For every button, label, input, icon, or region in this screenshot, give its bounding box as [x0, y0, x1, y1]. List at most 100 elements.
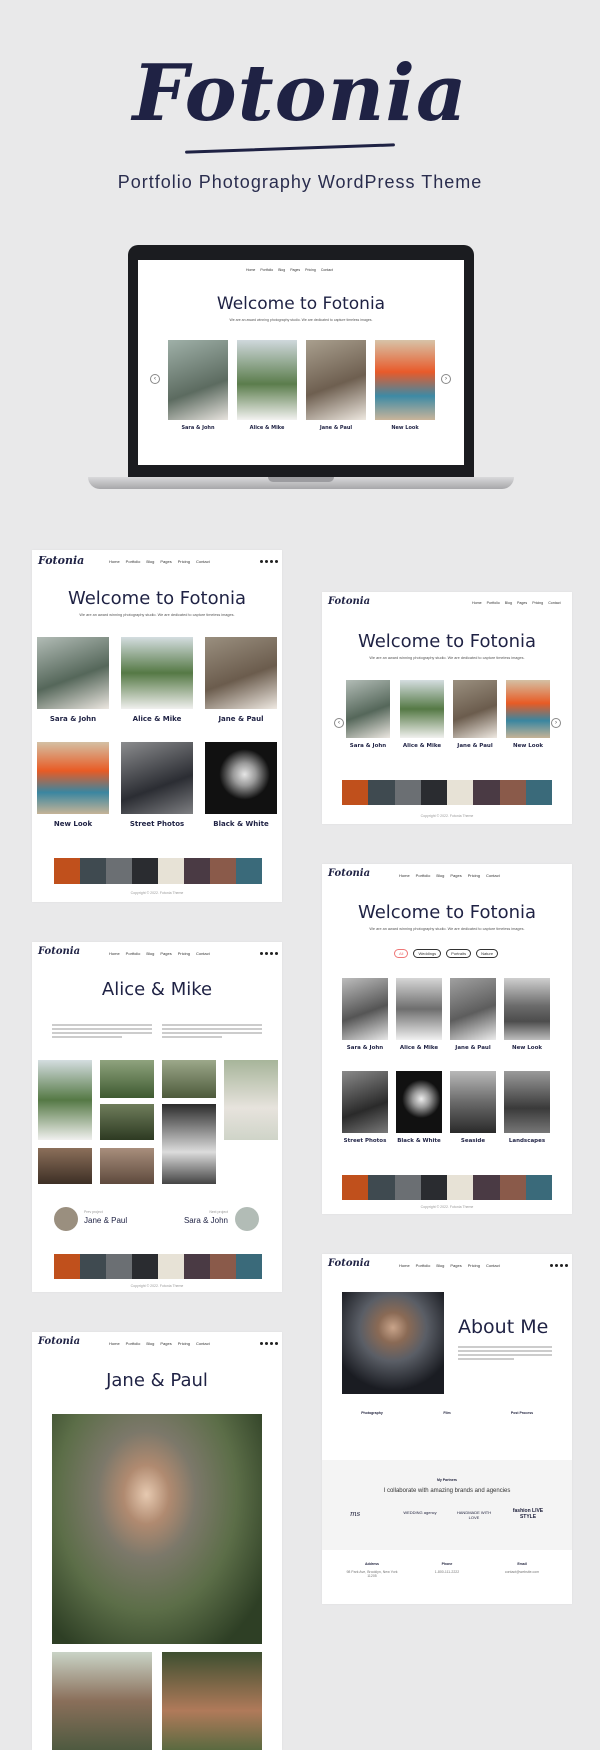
photo-sara-john[interactable] [37, 637, 109, 709]
caption[interactable]: Alice & Mike [121, 715, 193, 723]
nav-pages[interactable]: Pages [450, 1263, 461, 1268]
nav-contact[interactable]: Contact [196, 559, 210, 564]
prev-project-name[interactable]: Jane & Paul [84, 1216, 127, 1225]
nav-portfolio[interactable]: Portfolio [126, 559, 141, 564]
photo-sara-john[interactable] [346, 680, 390, 738]
caption[interactable]: New Look [37, 820, 109, 828]
nav-home[interactable]: Home [399, 1263, 410, 1268]
caption[interactable]: Alice & Mike [400, 743, 444, 749]
gallery-photo[interactable] [38, 1060, 92, 1140]
nav-pages[interactable]: Pages [160, 1341, 171, 1346]
instagram-strip[interactable] [54, 1254, 262, 1279]
nav-pricing[interactable]: Pricing [178, 951, 190, 956]
photo-alice-mike[interactable] [396, 978, 442, 1040]
instagram-strip[interactable] [54, 858, 262, 884]
nav-portfolio[interactable]: Portfolio [416, 873, 431, 878]
caption[interactable]: New Look [506, 743, 550, 749]
nav-pricing[interactable]: Pricing [468, 873, 480, 878]
nav-pricing[interactable]: Pricing [468, 1263, 480, 1268]
gallery-photo[interactable] [162, 1652, 262, 1750]
nav-portfolio[interactable]: Portfolio [416, 1263, 431, 1268]
gallery-photo[interactable] [162, 1104, 216, 1184]
nav-portfolio[interactable]: Portfolio [126, 951, 141, 956]
caption[interactable]: Jane & Paul [205, 715, 277, 723]
photo-new-look[interactable] [506, 680, 550, 738]
caption[interactable]: Jane & Paul [450, 1045, 496, 1051]
social-icons[interactable] [550, 1264, 568, 1267]
caption[interactable]: Jane & Paul [453, 743, 497, 749]
gallery-photo[interactable] [100, 1148, 154, 1184]
gallery-photo[interactable] [100, 1104, 154, 1140]
nav-home[interactable]: Home [109, 951, 120, 956]
photo-black-white[interactable] [396, 1071, 442, 1133]
nav-blog[interactable]: Blog [146, 1341, 154, 1346]
nav-pages[interactable]: Pages [450, 873, 461, 878]
next-arrow-icon[interactable]: › [551, 718, 561, 728]
nav-pricing[interactable]: Pricing [178, 1341, 190, 1346]
nav-home[interactable]: Home [399, 873, 410, 878]
gallery-photo[interactable] [52, 1652, 152, 1750]
caption[interactable]: Alice & Mike [237, 425, 297, 431]
caption[interactable]: Jane & Paul [306, 425, 366, 431]
photo-sara-john[interactable] [168, 340, 228, 420]
gallery-photo[interactable] [224, 1060, 278, 1140]
nav-contact[interactable]: Contact [196, 951, 210, 956]
nav-portfolio[interactable]: Portfolio [260, 268, 273, 272]
gallery-photo[interactable] [38, 1148, 92, 1184]
nav-contact[interactable]: Contact [321, 268, 333, 272]
filter-portraits[interactable]: Portraits [446, 949, 472, 958]
nav-blog[interactable]: Blog [146, 951, 154, 956]
caption[interactable]: Landscapes [504, 1138, 550, 1144]
nav-pricing[interactable]: Pricing [532, 601, 543, 605]
gallery-photo[interactable] [100, 1060, 154, 1098]
nav-home[interactable]: Home [109, 559, 120, 564]
photo-jane-paul[interactable] [450, 978, 496, 1040]
instagram-strip[interactable] [342, 780, 552, 805]
photo-seaside[interactable] [450, 1071, 496, 1133]
caption[interactable]: Street Photos [121, 820, 193, 828]
caption[interactable]: Sara & John [168, 425, 228, 431]
nav-pricing[interactable]: Pricing [178, 559, 190, 564]
photo-street[interactable] [342, 1071, 388, 1133]
next-arrow-icon[interactable]: › [441, 374, 451, 384]
photo-black-white[interactable] [205, 742, 277, 814]
photo-landscapes[interactable] [504, 1071, 550, 1133]
nav-contact[interactable]: Contact [196, 1341, 210, 1346]
caption[interactable]: New Look [504, 1045, 550, 1051]
nav-blog[interactable]: Blog [436, 873, 444, 878]
caption[interactable]: Black & White [205, 820, 277, 828]
prev-arrow-icon[interactable]: ‹ [334, 718, 344, 728]
next-project-avatar[interactable] [235, 1207, 259, 1231]
caption[interactable]: Sara & John [346, 743, 390, 749]
photo-street[interactable] [121, 742, 193, 814]
photo-new-look[interactable] [37, 742, 109, 814]
filter-all[interactable]: All [394, 949, 409, 958]
nav-pricing[interactable]: Pricing [305, 268, 316, 272]
photo-alice-mike[interactable] [121, 637, 193, 709]
caption[interactable]: Sara & John [37, 715, 109, 723]
nav-contact[interactable]: Contact [486, 1263, 500, 1268]
nav-contact[interactable]: Contact [548, 601, 560, 605]
nav-pages[interactable]: Pages [160, 951, 171, 956]
caption[interactable]: Sara & John [342, 1045, 388, 1051]
social-icons[interactable] [260, 560, 278, 563]
filter-nature[interactable]: Nature [476, 949, 499, 958]
nav-pages[interactable]: Pages [290, 268, 300, 272]
photo-alice-mike[interactable] [237, 340, 297, 420]
gallery-photo[interactable] [162, 1060, 216, 1098]
nav-pages[interactable]: Pages [160, 559, 171, 564]
photo-sara-john[interactable] [342, 978, 388, 1040]
photo-jane-paul[interactable] [205, 637, 277, 709]
social-icons[interactable] [260, 952, 278, 955]
caption[interactable]: Black & White [396, 1138, 442, 1144]
photo-alice-mike[interactable] [400, 680, 444, 738]
nav-home[interactable]: Home [109, 1341, 120, 1346]
nav-home[interactable]: Home [472, 601, 482, 605]
contact-value[interactable]: contact@website.com [492, 1570, 552, 1574]
nav-portfolio[interactable]: Portfolio [487, 601, 500, 605]
nav-home[interactable]: Home [246, 268, 255, 272]
social-icons[interactable] [260, 1342, 278, 1345]
nav-blog[interactable]: Blog [505, 601, 512, 605]
next-project-name[interactable]: Sara & John [168, 1216, 228, 1225]
caption[interactable]: Alice & Mike [396, 1045, 442, 1051]
